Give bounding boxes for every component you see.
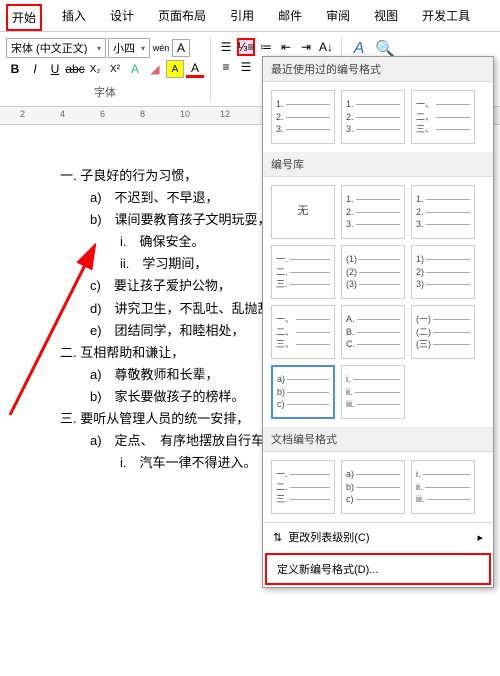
font-group-label: 字体 [6, 84, 204, 100]
ruler-mark: 6 [100, 109, 105, 119]
numbering-option[interactable]: i.ii.iii. [341, 365, 405, 419]
bold-button[interactable]: B [6, 60, 24, 78]
numbering-option[interactable]: a)b)c) [271, 365, 335, 419]
char-border-button[interactable]: A [172, 39, 190, 57]
dropdown-section-library: 编号库 [263, 152, 493, 177]
numbering-option[interactable]: 1.2.3. [411, 185, 475, 239]
highlight-button[interactable]: A [166, 60, 184, 78]
align-center-button[interactable]: ☰ [237, 58, 255, 76]
define-new-label: 定义新编号格式(D)... [277, 561, 378, 577]
phonetic-guide-button[interactable]: wén [152, 39, 170, 57]
align-left-button[interactable]: ≡ [217, 58, 235, 76]
numbering-option[interactable]: 一.二.三. [271, 245, 335, 299]
numbering-option[interactable]: (1)(2)(3) [341, 245, 405, 299]
numbering-option[interactable]: 1.2.3. [271, 90, 335, 144]
dropdown-section-doc: 文档编号格式 [263, 427, 493, 452]
numbering-option[interactable]: 1)2)3) [411, 245, 475, 299]
doc-formats-grid: 一.二.三.a)b)c)i.ii.iii. [263, 452, 493, 522]
numbering-option[interactable]: i.ii.iii. [411, 460, 475, 514]
ruler-mark: 8 [140, 109, 145, 119]
tab-view[interactable]: 视图 [370, 4, 402, 31]
numbering-button[interactable]: ⅓≡ [237, 38, 255, 56]
tab-mail[interactable]: 邮件 [274, 4, 306, 31]
library-grid: 无1.2.3.1.2.3.一.二.三.(1)(2)(3)1)2)3)一、二、三、… [263, 177, 493, 427]
font-name-select[interactable]: 宋体 (中文正文)▾ [6, 38, 106, 58]
numbering-option[interactable]: a)b)c) [341, 460, 405, 514]
font-color-button[interactable]: A [186, 60, 204, 78]
italic-button[interactable]: I [26, 60, 44, 78]
bullets-button[interactable]: ☰ [217, 38, 235, 56]
numbering-option[interactable]: 1.2.3. [341, 185, 405, 239]
font-size-select[interactable]: 小四▾ [108, 38, 150, 58]
numbering-option[interactable]: 1.2.3. [341, 90, 405, 144]
tab-references[interactable]: 引用 [226, 4, 258, 31]
ruler-mark: 12 [220, 109, 230, 119]
numbering-option[interactable]: (一)(二)(三) [411, 305, 475, 359]
underline-button[interactable]: U [46, 60, 64, 78]
numbering-option[interactable]: 一.二.三. [271, 460, 335, 514]
font-group: 宋体 (中文正文)▾ 小四▾ wén A B I U abc X₂ X² A ◢… [4, 36, 211, 102]
tab-design[interactable]: 设计 [106, 4, 138, 31]
chevron-right-icon: ▸ [477, 531, 483, 544]
hierarchy-icon: ⇅ [273, 531, 282, 544]
multilevel-button[interactable]: ≔ [257, 38, 275, 56]
ribbon-tabs: 开始 插入 设计 页面布局 引用 邮件 审阅 视图 开发工具 [0, 0, 500, 32]
ruler-mark: 10 [180, 109, 190, 119]
strikethrough-button[interactable]: abc [66, 60, 84, 78]
sort-button[interactable]: A↓ [317, 38, 335, 56]
define-new-number-format[interactable]: 定义新编号格式(D)... [265, 553, 491, 585]
dropdown-section-recent: 最近使用过的编号格式 [263, 57, 493, 82]
tab-home[interactable]: 开始 [6, 4, 42, 31]
ruler-mark: 2 [20, 109, 25, 119]
numbering-option[interactable]: A.B.C. [341, 305, 405, 359]
numbering-option[interactable]: 无 [271, 185, 335, 239]
tab-insert[interactable]: 插入 [58, 4, 90, 31]
increase-indent-button[interactable]: ⇥ [297, 38, 315, 56]
ruler-mark: 4 [60, 109, 65, 119]
change-list-level[interactable]: ⇅ 更改列表级别(C) ▸ [263, 523, 493, 551]
subscript-button[interactable]: X₂ [86, 60, 104, 78]
dropdown-footer: ⇅ 更改列表级别(C) ▸ 定义新编号格式(D)... [263, 522, 493, 585]
numbering-option[interactable]: 一、二、三、 [271, 305, 335, 359]
numbering-option[interactable]: 一、二、三、 [411, 90, 475, 144]
numbering-dropdown: 最近使用过的编号格式 1.2.3.1.2.3.一、二、三、 编号库 无1.2.3… [262, 56, 494, 588]
text-effects-button[interactable]: A [126, 60, 144, 78]
decrease-indent-button[interactable]: ⇤ [277, 38, 295, 56]
superscript-button[interactable]: X² [106, 60, 124, 78]
tab-review[interactable]: 审阅 [322, 4, 354, 31]
clear-format-button[interactable]: ◢ [146, 60, 164, 78]
tab-layout[interactable]: 页面布局 [154, 4, 210, 31]
change-level-label: 更改列表级别(C) [288, 529, 369, 545]
tab-dev[interactable]: 开发工具 [418, 4, 474, 31]
recent-grid: 1.2.3.1.2.3.一、二、三、 [263, 82, 493, 152]
